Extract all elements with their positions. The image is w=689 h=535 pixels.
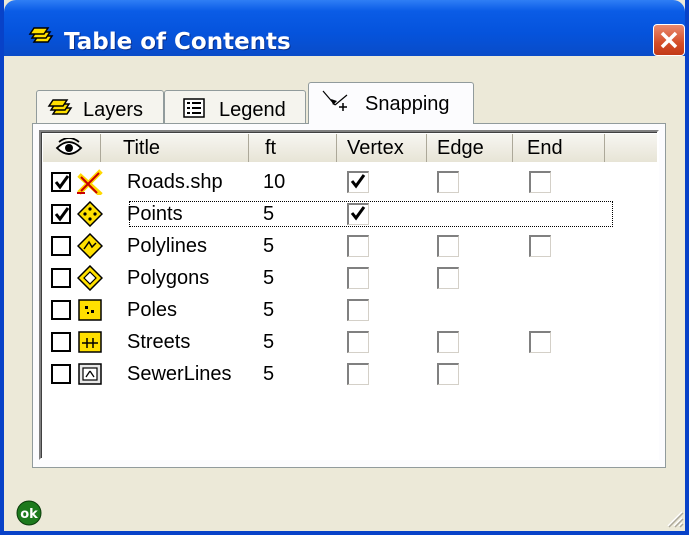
tab-label: Snapping: [365, 93, 450, 115]
polygons-layer-icon: [76, 264, 104, 292]
column-header-vertex[interactable]: Vertex: [337, 134, 427, 162]
vertex-checkbox[interactable]: [347, 267, 369, 289]
edge-checkbox[interactable]: [437, 363, 459, 385]
column-header-end[interactable]: End: [513, 134, 605, 162]
tab-label: Legend: [219, 99, 286, 121]
sewerlines-layer-icon: [77, 361, 103, 387]
layer-ft-value[interactable]: 5: [263, 331, 274, 354]
column-label: Vertex: [347, 137, 404, 159]
layer-visible-checkbox[interactable]: [51, 236, 71, 256]
layer-ft-value[interactable]: 5: [263, 203, 274, 226]
vertex-checkbox[interactable]: [347, 171, 369, 193]
edge-checkbox[interactable]: [437, 171, 459, 193]
window-title: Table of Contents: [64, 29, 291, 55]
layers-icon: [47, 99, 73, 115]
legend-icon: [183, 98, 205, 118]
layer-title: SewerLines: [127, 363, 232, 385]
end-checkbox[interactable]: [529, 331, 551, 353]
layer-title: Polygons: [127, 267, 210, 289]
end-checkbox[interactable]: [529, 235, 551, 257]
layer-row[interactable]: SewerLines 5: [41, 358, 641, 390]
layer-title: Points: [127, 203, 183, 225]
points-layer-icon: [76, 200, 104, 228]
layer-visible-checkbox[interactable]: [51, 300, 71, 320]
layer-title: Polylines: [127, 235, 208, 257]
column-label: Title: [123, 137, 161, 159]
streets-layer-icon: [77, 329, 103, 355]
close-icon: [660, 31, 678, 49]
layer-visible-checkbox[interactable]: [51, 332, 71, 352]
column-header-ft[interactable]: ft: [249, 134, 337, 162]
column-header-row: Title ft Vertex Edge End: [43, 134, 657, 162]
tab-snapping[interactable]: Snapping: [308, 82, 474, 124]
eye-icon: [55, 138, 83, 155]
column-label: End: [527, 137, 563, 159]
table-of-contents-window: Table of Contents Layers Legend Snapping…: [0, 0, 689, 535]
vertex-checkbox[interactable]: [347, 331, 369, 353]
layer-row[interactable]: Points 5: [41, 198, 641, 230]
layer-title: Streets: [127, 331, 191, 353]
layer-ft-value[interactable]: 5: [263, 363, 274, 386]
layer-title: Roads.shp: [127, 171, 223, 193]
snapping-panel: Title ft Vertex Edge End Roads.shp 10 Poin…: [32, 123, 666, 468]
focus-rect: [129, 201, 613, 227]
layer-visible-checkbox[interactable]: [51, 268, 71, 288]
layer-row[interactable]: Polygons 5: [41, 262, 641, 294]
layer-row[interactable]: Roads.shp 10: [41, 166, 641, 198]
vertex-checkbox[interactable]: [347, 299, 369, 321]
layers-icon: [28, 27, 54, 43]
layer-title: Poles: [127, 299, 178, 321]
column-header-title[interactable]: Title: [101, 134, 249, 162]
poles-layer-icon: [77, 297, 103, 323]
end-checkbox[interactable]: [529, 171, 551, 193]
snapping-layer-list[interactable]: Title ft Vertex Edge End Roads.shp 10 Poin…: [39, 130, 659, 460]
column-label: Edge: [437, 137, 484, 159]
ok-label: ok: [20, 507, 38, 522]
vertex-checkbox[interactable]: [347, 235, 369, 257]
layer-ft-value[interactable]: 10: [263, 171, 285, 194]
polylines-layer-icon: [76, 232, 104, 260]
layer-row[interactable]: Poles 5: [41, 294, 641, 326]
roads-layer-icon: [77, 169, 103, 197]
column-header-visibility[interactable]: [43, 134, 101, 162]
edge-checkbox[interactable]: [437, 235, 459, 257]
layer-ft-value[interactable]: 5: [263, 235, 274, 258]
layer-ft-value[interactable]: 5: [263, 299, 274, 322]
edge-checkbox[interactable]: [437, 267, 459, 289]
title-bar[interactable]: Table of Contents: [4, 0, 685, 56]
column-header-edge[interactable]: Edge: [427, 134, 513, 162]
layer-visible-checkbox[interactable]: [51, 204, 71, 224]
layer-visible-checkbox[interactable]: [51, 172, 71, 192]
tab-legend[interactable]: Legend: [164, 90, 306, 124]
ok-icon[interactable]: ok: [16, 500, 42, 526]
tab-layers[interactable]: Layers: [36, 90, 164, 124]
resize-grip-icon[interactable]: [664, 508, 684, 528]
edge-checkbox[interactable]: [437, 331, 459, 353]
snapping-icon: [322, 90, 348, 111]
column-header-filler: [605, 134, 657, 162]
column-label: ft: [265, 137, 277, 159]
vertex-checkbox[interactable]: [347, 203, 369, 225]
close-button[interactable]: [653, 24, 685, 56]
vertex-checkbox[interactable]: [347, 363, 369, 385]
layer-row[interactable]: Polylines 5: [41, 230, 641, 262]
layer-ft-value[interactable]: 5: [263, 267, 274, 290]
layer-visible-checkbox[interactable]: [51, 364, 71, 384]
tab-label: Layers: [83, 99, 144, 121]
layer-row[interactable]: Streets 5: [41, 326, 641, 358]
